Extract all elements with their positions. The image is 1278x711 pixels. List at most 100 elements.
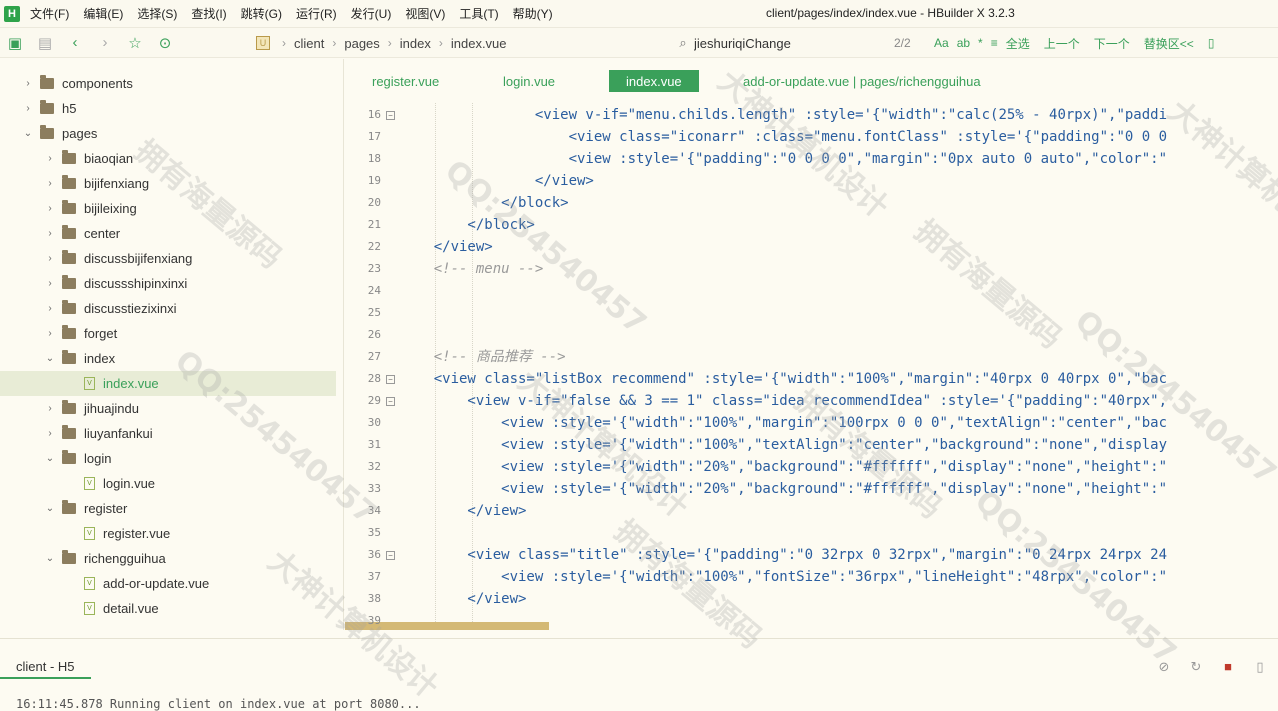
code-line[interactable]: <view v-if="menu.childs.length" :style='… bbox=[400, 104, 1167, 126]
code-line[interactable]: </view> bbox=[400, 500, 526, 522]
chevron-right-icon[interactable]: › bbox=[44, 178, 56, 189]
replace-toggle-button[interactable]: 替换区<< bbox=[1144, 35, 1194, 52]
chevron-right-icon[interactable]: › bbox=[44, 153, 56, 164]
whole-word-toggle[interactable]: ab bbox=[957, 36, 970, 50]
tree-folder[interactable]: › discussbijifenxiang bbox=[0, 246, 336, 271]
stop-icon[interactable]: ■ bbox=[1218, 659, 1238, 675]
previous-match-button[interactable]: 上一个 bbox=[1044, 35, 1080, 52]
chevron-down-icon[interactable]: ⌄ bbox=[44, 503, 56, 514]
code-line[interactable]: </view> bbox=[400, 170, 594, 192]
menu-item[interactable]: 工具(T) bbox=[459, 5, 498, 22]
tree-folder[interactable]: › discusstiezixinxi bbox=[0, 296, 336, 321]
tree-file[interactable]: Vindex.vue bbox=[0, 371, 336, 396]
chevron-right-icon[interactable]: › bbox=[44, 328, 56, 339]
menu-item[interactable]: 跳转(G) bbox=[241, 5, 282, 22]
tree-folder[interactable]: ⌄ pages bbox=[0, 121, 336, 146]
forward-arrow-icon[interactable]: › bbox=[90, 28, 120, 58]
code-line[interactable]: </block> bbox=[400, 192, 568, 214]
menu-item[interactable]: 运行(R) bbox=[296, 5, 337, 22]
menu-item[interactable]: 文件(F) bbox=[30, 5, 69, 22]
code-line[interactable]: <view class="title" :style='{"padding":"… bbox=[400, 544, 1167, 566]
tree-folder[interactable]: › bijileixing bbox=[0, 196, 336, 221]
tree-folder[interactable]: ⌄ richengguihua bbox=[0, 546, 336, 571]
tree-file[interactable]: Vlogin.vue bbox=[0, 471, 336, 496]
chevron-right-icon[interactable]: › bbox=[44, 253, 56, 264]
code-line[interactable]: </block> bbox=[400, 214, 534, 236]
run-icon[interactable]: ⊙ bbox=[150, 28, 180, 58]
save-icon[interactable]: ▤ bbox=[30, 28, 60, 58]
editor-tab[interactable]: add-or-update.vue | pages/richengguihua bbox=[726, 70, 998, 92]
select-all-button[interactable]: 全选 bbox=[1006, 35, 1030, 52]
chevron-right-icon[interactable]: › bbox=[44, 228, 56, 239]
chevron-right-icon[interactable]: › bbox=[44, 403, 56, 414]
tree-folder[interactable]: › bijifenxiang bbox=[0, 171, 336, 196]
code-line[interactable]: <view :style='{"width":"20%","background… bbox=[400, 478, 1167, 500]
menu-item[interactable]: 发行(U) bbox=[351, 5, 392, 22]
editor-tab[interactable]: register.vue bbox=[355, 70, 456, 92]
menu-item[interactable]: 视图(V) bbox=[405, 5, 445, 22]
tree-folder[interactable]: › discussshipinxinxi bbox=[0, 271, 336, 296]
tree-folder[interactable]: ⌄ login bbox=[0, 446, 336, 471]
chevron-right-icon[interactable]: › bbox=[44, 428, 56, 439]
tree-folder[interactable]: › liuyanfankui bbox=[0, 421, 336, 446]
code-line[interactable]: <view :style='{"width":"20%","background… bbox=[400, 456, 1167, 478]
chevron-down-icon[interactable]: ⌄ bbox=[44, 453, 56, 464]
menu-item[interactable]: 选择(S) bbox=[137, 5, 177, 22]
fold-toggle-icon[interactable]: − bbox=[386, 111, 395, 120]
code-editor[interactable]: 16− <view v-if="menu.childs.length" :sty… bbox=[345, 103, 1278, 630]
breadcrumb-item[interactable]: index.vue bbox=[451, 36, 507, 51]
next-match-button[interactable]: 下一个 bbox=[1094, 35, 1130, 52]
star-icon[interactable]: ☆ bbox=[120, 28, 150, 58]
code-line[interactable]: <view v-if="false && 3 == 1" class="idea… bbox=[400, 390, 1167, 412]
code-line[interactable]: </view> bbox=[400, 236, 493, 258]
tree-folder[interactable]: › center bbox=[0, 221, 336, 246]
tree-folder[interactable]: › jihuajindu bbox=[0, 396, 336, 421]
chevron-right-icon[interactable]: › bbox=[22, 78, 34, 89]
fold-toggle-icon[interactable]: − bbox=[386, 551, 395, 560]
chevron-right-icon[interactable]: › bbox=[44, 278, 56, 289]
code-line[interactable]: <view :style='{"width":"100%","fontSize"… bbox=[400, 566, 1167, 588]
tree-file[interactable]: Vregister.vue bbox=[0, 521, 336, 546]
code-line[interactable]: <!-- menu --> bbox=[400, 258, 544, 280]
code-line[interactable]: <view class="listBox recommend" :style='… bbox=[400, 368, 1167, 390]
chevron-right-icon[interactable]: › bbox=[44, 303, 56, 314]
breadcrumb-item[interactable]: index bbox=[400, 36, 431, 51]
breadcrumb-item[interactable]: pages bbox=[344, 36, 379, 51]
match-case-toggle[interactable]: Aa bbox=[934, 36, 949, 50]
fold-toggle-icon[interactable]: − bbox=[386, 397, 395, 406]
list-icon[interactable]: ≡ bbox=[991, 36, 998, 50]
tree-folder[interactable]: › biaoqian bbox=[0, 146, 336, 171]
chevron-down-icon[interactable]: ⌄ bbox=[44, 353, 56, 364]
code-line[interactable]: <view class="iconarr" :class="menu.fontC… bbox=[400, 126, 1167, 148]
restart-icon[interactable]: ↻ bbox=[1186, 659, 1206, 675]
tree-folder[interactable]: › forget bbox=[0, 321, 336, 346]
menu-item[interactable]: 编辑(E) bbox=[83, 5, 123, 22]
tree-file[interactable]: Vdetail.vue bbox=[0, 596, 336, 621]
tree-folder[interactable]: › components bbox=[0, 71, 336, 96]
search-input[interactable] bbox=[694, 35, 894, 51]
tree-folder[interactable]: ⌄ register bbox=[0, 496, 336, 521]
code-line[interactable]: <view :style='{"width":"100%","margin":"… bbox=[400, 412, 1167, 434]
new-file-icon[interactable]: ▣ bbox=[0, 28, 30, 58]
code-line[interactable]: <view :style='{"width":"100%","textAlign… bbox=[400, 434, 1167, 456]
chevron-right-icon[interactable]: › bbox=[22, 103, 34, 114]
close-find-icon[interactable]: ▯ bbox=[1208, 36, 1215, 50]
menu-item[interactable]: 帮助(Y) bbox=[513, 5, 553, 22]
breadcrumb-item[interactable]: client bbox=[294, 36, 324, 51]
maximize-icon[interactable]: ▯ bbox=[1250, 659, 1270, 675]
fold-toggle-icon[interactable]: − bbox=[386, 375, 395, 384]
chevron-down-icon[interactable]: ⌄ bbox=[44, 553, 56, 564]
menu-item[interactable]: 查找(I) bbox=[191, 5, 226, 22]
code-line[interactable]: <!-- 商品推荐 --> bbox=[400, 346, 566, 368]
tree-folder[interactable]: › h5 bbox=[0, 96, 336, 121]
chevron-right-icon[interactable]: › bbox=[44, 203, 56, 214]
code-line[interactable]: <view :style='{"padding":"0 0 0 0","marg… bbox=[400, 148, 1167, 170]
clear-console-icon[interactable]: ⊘ bbox=[1154, 659, 1174, 675]
regex-toggle[interactable]: * bbox=[978, 36, 983, 50]
code-line[interactable]: </view> bbox=[400, 588, 526, 610]
editor-tab[interactable]: login.vue bbox=[486, 70, 572, 92]
console-tab[interactable]: client - H5 bbox=[0, 655, 91, 679]
tree-file[interactable]: Vadd-or-update.vue bbox=[0, 571, 336, 596]
back-arrow-icon[interactable]: ‹ bbox=[60, 28, 90, 58]
chevron-down-icon[interactable]: ⌄ bbox=[22, 128, 34, 139]
